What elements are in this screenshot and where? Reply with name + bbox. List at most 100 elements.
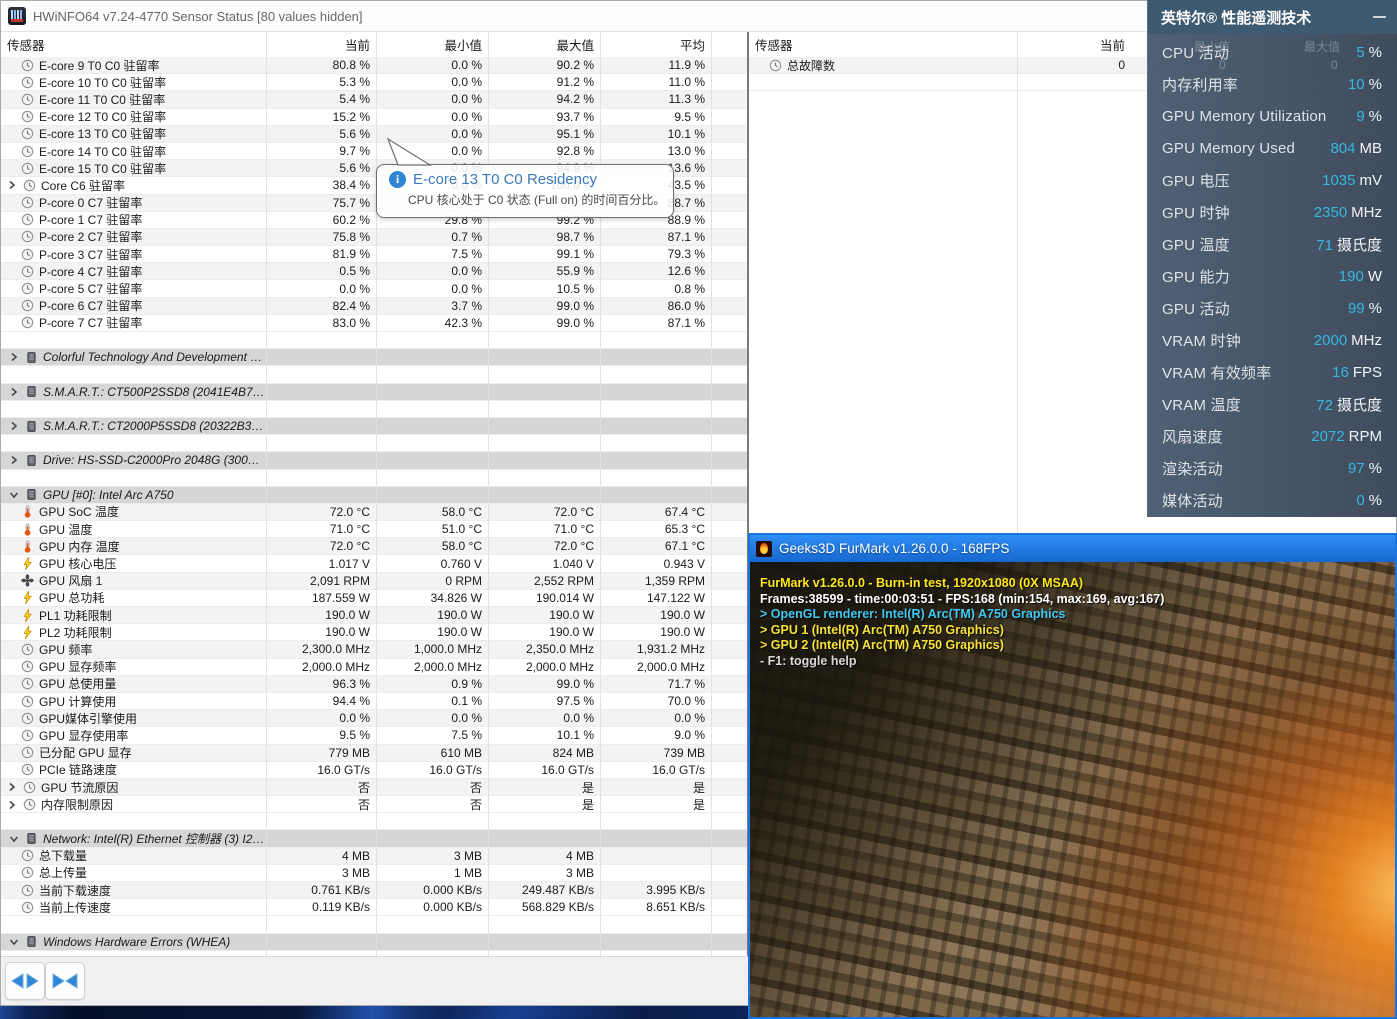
- sensor-row[interactable]: 总下载量4 MB3 MB4 MB: [1, 848, 747, 865]
- chevron-down-icon[interactable]: [9, 936, 25, 947]
- ghost-min-header: 最小值: [1194, 38, 1230, 55]
- metric-value: 0: [1356, 492, 1364, 509]
- intel-panel-title: 英特尔® 性能遥测技术: [1161, 7, 1311, 28]
- sensor-row[interactable]: PL2 功耗限制190.0 W190.0 W190.0 W190.0 W: [1, 624, 747, 641]
- column-header-2[interactable]: 最小值: [376, 35, 488, 54]
- sensor-row[interactable]: E-core 14 T0 C0 驻留率9.7 %0.0 %92.8 %13.0 …: [1, 143, 747, 160]
- current-value: 3 MB: [266, 866, 376, 880]
- sensor-row[interactable]: E-core 12 T0 C0 驻留率15.2 %0.0 %93.7 %9.5 …: [1, 109, 747, 126]
- right-column-header-1[interactable]: 当前: [1017, 35, 1131, 54]
- metric-value: 2350: [1314, 204, 1347, 221]
- sensor-row[interactable]: 总上传量3 MB1 MB3 MB: [1, 865, 747, 882]
- sensor-row[interactable]: GPU 显存频率2,000.0 MHz2,000.0 MHz2,000.0 MH…: [1, 659, 747, 676]
- max-value: 4 MB: [488, 849, 600, 863]
- chevron-right-icon[interactable]: [9, 386, 25, 397]
- sensor-row[interactable]: GPU 总功耗187.559 W34.826 W190.014 W147.122…: [1, 590, 747, 607]
- section-header-row[interactable]: Windows Hardware Errors (WHEA): [1, 934, 747, 951]
- section-header-row[interactable]: S.M.A.R.T.: CT2000P5SSD8 (20322B332045): [1, 418, 747, 435]
- sensor-row[interactable]: 当前下载速度0.761 KB/s0.000 KB/s249.487 KB/s3.…: [1, 882, 747, 899]
- metric-label: GPU Memory Utilization: [1162, 108, 1326, 125]
- sensor-row[interactable]: GPU 核心电压1.017 V0.760 V1.040 V0.943 V: [1, 555, 747, 572]
- sensor-row[interactable]: GPU 频率2,300.0 MHz1,000.0 MHz2,350.0 MHz1…: [1, 641, 747, 658]
- sensor-row[interactable]: GPU 总使用量96.3 %0.9 %99.0 %71.7 %: [1, 676, 747, 693]
- avg-value: 0.943 V: [600, 557, 711, 571]
- sensor-row[interactable]: GPU SoC 温度72.0 °C58.0 °C72.0 °C67.4 °C: [1, 504, 747, 521]
- gauge-icon: [21, 213, 34, 226]
- chevron-right-icon[interactable]: [7, 782, 23, 793]
- sensor-row[interactable]: GPU 显存使用率9.5 %7.5 %10.1 %9.0 %: [1, 727, 747, 744]
- chevron-right-icon[interactable]: [9, 455, 25, 466]
- gauge-icon: [21, 763, 34, 776]
- sensor-row[interactable]: GPU 节流原因否否是是: [1, 779, 747, 796]
- metric-label: 渲染活动: [1162, 458, 1223, 479]
- section-header-row[interactable]: GPU [#0]: Intel Arc A750: [1, 487, 747, 504]
- metric-value: 71: [1316, 237, 1333, 254]
- chevron-down-icon[interactable]: [9, 833, 25, 844]
- max-value: 95.1 %: [488, 127, 600, 141]
- telemetry-metric-row: VRAM 有效频率16FPS: [1148, 356, 1397, 388]
- furmark-titlebar[interactable]: Geeks3D FurMark v1.26.0.0 - 168FPS: [750, 535, 1395, 562]
- min-value: 42.3 %: [376, 316, 488, 330]
- chevron-right-icon[interactable]: [7, 799, 23, 810]
- min-value: 3 MB: [376, 849, 488, 863]
- metric-unit: MHz: [1351, 332, 1382, 349]
- sensor-row[interactable]: E-core 13 T0 C0 驻留率5.6 %0.0 %95.1 %10.1 …: [1, 126, 747, 143]
- sensor-row[interactable]: GPU 风扇 12,091 RPM0 RPM2,552 RPM1,359 RPM: [1, 573, 747, 590]
- sensor-row[interactable]: GPU 计算使用94.4 %0.1 %97.5 %70.0 %: [1, 693, 747, 710]
- min-value: 190.0 W: [376, 608, 488, 622]
- minimize-icon[interactable]: [1373, 16, 1386, 18]
- sensor-row[interactable]: 内存限制原因否否是是: [1, 796, 747, 813]
- sensor-row[interactable]: GPU 温度71.0 °C51.0 °C71.0 °C65.3 °C: [1, 521, 747, 538]
- sensor-row[interactable]: P-core 7 C7 驻留率83.0 %42.3 %99.0 %87.1 %: [1, 315, 747, 332]
- chevron-right-icon[interactable]: [9, 421, 25, 432]
- right-column-header-0[interactable]: 传感器: [749, 35, 1017, 54]
- sensor-row[interactable]: E-core 10 T0 C0 驻留率5.3 %0.0 %91.2 %11.0 …: [1, 74, 747, 91]
- section-label: Windows Hardware Errors (WHEA): [43, 935, 230, 949]
- section-header-row[interactable]: Colorful Technology And Development Co.,…: [1, 349, 747, 366]
- fan-icon: [21, 574, 34, 587]
- column-header-1[interactable]: 当前: [266, 35, 376, 54]
- column-header-4[interactable]: 平均: [600, 35, 711, 54]
- sensor-row[interactable]: P-core 6 C7 驻留率82.4 %3.7 %99.0 %86.0 %: [1, 298, 747, 315]
- sensor-row[interactable]: PL1 功耗限制190.0 W190.0 W190.0 W190.0 W: [1, 607, 747, 624]
- max-value: 99.0 %: [488, 299, 600, 313]
- sensor-row[interactable]: GPU 内存 温度72.0 °C58.0 °C72.0 °C67.1 °C: [1, 538, 747, 555]
- sensor-row[interactable]: P-core 3 C7 驻留率81.9 %7.5 %99.1 %79.3 %: [1, 246, 747, 263]
- chevron-right-icon[interactable]: [9, 352, 25, 363]
- chevron-right-icon[interactable]: [7, 180, 23, 191]
- section-header-row[interactable]: Drive: HS-SSD-C2000Pro 2048G (30070540..…: [1, 452, 747, 469]
- avg-value: 79.3 %: [600, 247, 711, 261]
- min-value: 0.000 KB/s: [376, 900, 488, 914]
- furmark-render-viewport: FurMark v1.26.0.0 - Burn-in test, 1920x1…: [750, 562, 1395, 1017]
- sensor-row[interactable]: P-core 4 C7 驻留率0.5 %0.0 %55.9 %12.6 %: [1, 263, 747, 280]
- section-header-row[interactable]: Network: Intel(R) Ethernet 控制器 (3) I225-…: [1, 830, 747, 847]
- power-icon: [21, 591, 34, 604]
- sensor-row[interactable]: P-core 2 C7 驻留率75.8 %0.7 %98.7 %87.1 %: [1, 229, 747, 246]
- overlay-line: - F1: toggle help: [760, 654, 1164, 670]
- avg-value: 87.1 %: [600, 230, 711, 244]
- sensor-row[interactable]: PCIe 链路速度16.0 GT/s16.0 GT/s16.0 GT/s16.0…: [1, 762, 747, 779]
- sensor-row[interactable]: 已分配 GPU 显存779 MB610 MB824 MB739 MB: [1, 745, 747, 762]
- min-value: 7.5 %: [376, 728, 488, 742]
- collapse-columns-button[interactable]: [45, 962, 85, 1000]
- column-header-3[interactable]: 最大值: [488, 35, 600, 54]
- current-value: 81.9 %: [266, 247, 376, 261]
- telemetry-metric-row: 内存利用率10%: [1148, 68, 1397, 100]
- expand-columns-button[interactable]: [5, 962, 45, 1000]
- chevron-down-icon[interactable]: [9, 489, 25, 500]
- column-divider: [266, 32, 267, 959]
- avg-value: 739 MB: [600, 746, 711, 760]
- sensor-row[interactable]: 当前上传速度0.119 KB/s0.000 KB/s568.829 KB/s8.…: [1, 899, 747, 916]
- sensor-row[interactable]: E-core 9 T0 C0 驻留率80.8 %0.0 %90.2 %11.9 …: [1, 57, 747, 74]
- sensor-label: E-core 10 T0 C0 驻留率: [39, 74, 166, 91]
- sensor-row[interactable]: GPU媒体引擎使用0.0 %0.0 %0.0 %0.0 %: [1, 710, 747, 727]
- sensor-label: 内存限制原因: [41, 796, 113, 813]
- sensor-row[interactable]: P-core 5 C7 驻留率0.0 %0.0 %10.5 %0.8 %: [1, 280, 747, 297]
- gauge-icon: [21, 677, 34, 690]
- column-header-0[interactable]: 传感器: [1, 35, 266, 54]
- sensor-label: E-core 12 T0 C0 驻留率: [39, 108, 166, 125]
- sensor-label: GPU媒体引擎使用: [39, 710, 137, 727]
- sensor-row[interactable]: E-core 11 T0 C0 驻留率5.4 %0.0 %94.2 %11.3 …: [1, 91, 747, 108]
- section-header-row[interactable]: S.M.A.R.T.: CT500P2SSD8 (2041E4B75915): [1, 384, 747, 401]
- section-label: Colorful Technology And Development Co.,…: [43, 350, 266, 364]
